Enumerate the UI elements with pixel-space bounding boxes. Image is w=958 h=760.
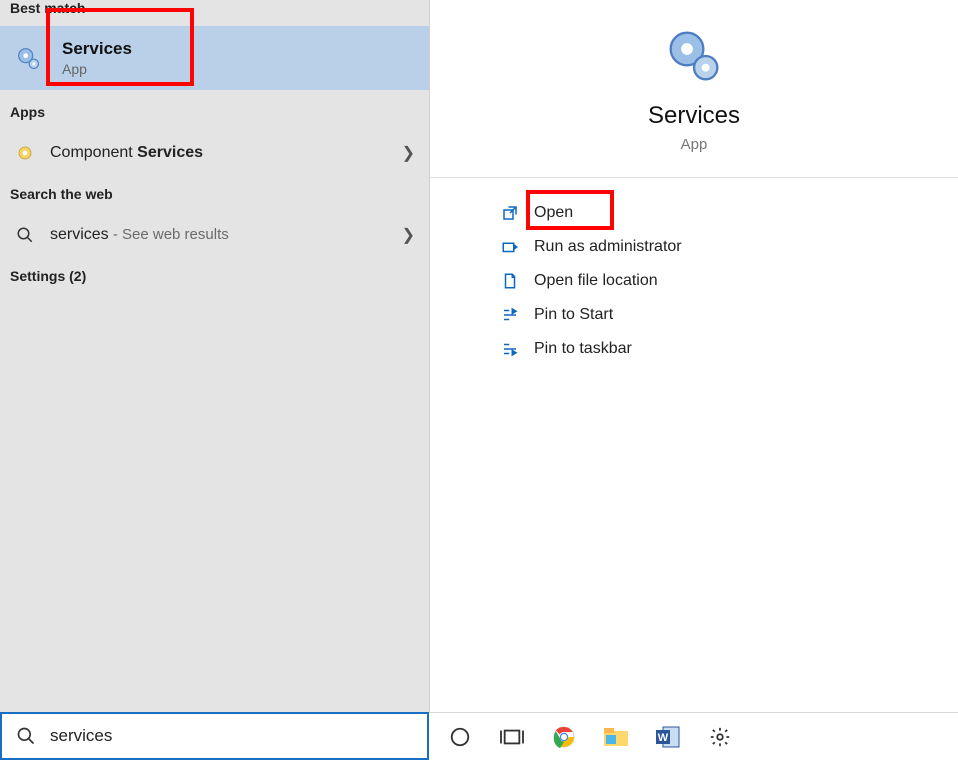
- result-web-search[interactable]: services - See web results ❯: [0, 212, 429, 258]
- web-search-label: services - See web results: [50, 226, 402, 244]
- chrome-button[interactable]: [543, 717, 585, 757]
- shield-admin-icon: [498, 238, 522, 256]
- action-pin-taskbar[interactable]: Pin to taskbar: [430, 332, 958, 366]
- pin-start-icon: [498, 306, 522, 324]
- action-open[interactable]: Open: [430, 196, 958, 230]
- details-actions: Open Run as administrator Open file loca…: [430, 178, 958, 366]
- action-open-label: Open: [534, 204, 573, 222]
- action-pin-start-label: Pin to Start: [534, 306, 613, 324]
- best-match-subtitle: App: [62, 61, 132, 77]
- search-results-pane: Best match Services App Apps Component S…: [0, 0, 429, 760]
- svg-text:W: W: [658, 732, 669, 744]
- chevron-right-icon: ❯: [402, 225, 415, 245]
- search-icon: [14, 226, 36, 244]
- chevron-right-icon: ❯: [402, 143, 415, 163]
- component-services-label: Component Services: [50, 144, 402, 162]
- action-open-location[interactable]: Open file location: [430, 264, 958, 298]
- details-pane: Services App Open Run as administrator: [429, 0, 958, 760]
- best-match-text: Services App: [62, 39, 132, 77]
- action-location-label: Open file location: [534, 272, 658, 290]
- best-match-item-services[interactable]: Services App: [0, 26, 429, 90]
- action-pin-taskbar-label: Pin to taskbar: [534, 340, 632, 358]
- details-subtitle: App: [681, 136, 708, 153]
- action-pin-start[interactable]: Pin to Start: [430, 298, 958, 332]
- apps-header: Apps: [0, 90, 429, 130]
- taskbar: W: [429, 712, 958, 760]
- file-explorer-button[interactable]: [595, 717, 637, 757]
- search-icon: [16, 726, 36, 746]
- word-button[interactable]: W: [647, 717, 689, 757]
- best-match-header: Best match: [0, 0, 429, 26]
- component-services-icon: [14, 144, 36, 162]
- result-component-services[interactable]: Component Services ❯: [0, 130, 429, 176]
- best-match-title: Services: [62, 39, 132, 59]
- cortana-button[interactable]: [439, 717, 481, 757]
- settings-button[interactable]: [699, 717, 741, 757]
- folder-open-icon: [498, 272, 522, 290]
- open-icon: [498, 204, 522, 222]
- task-view-button[interactable]: [491, 717, 533, 757]
- search-input[interactable]: [50, 726, 413, 746]
- settings-header: Settings (2): [0, 258, 429, 294]
- action-admin-label: Run as administrator: [534, 238, 682, 256]
- web-header: Search the web: [0, 176, 429, 212]
- search-input-box[interactable]: [0, 712, 429, 760]
- pin-taskbar-icon: [498, 340, 522, 358]
- details-title: Services: [648, 102, 740, 130]
- action-run-as-admin[interactable]: Run as administrator: [430, 230, 958, 264]
- services-gear-icon: [666, 28, 722, 84]
- details-hero: Services App: [430, 0, 958, 178]
- services-gear-icon: [14, 44, 42, 72]
